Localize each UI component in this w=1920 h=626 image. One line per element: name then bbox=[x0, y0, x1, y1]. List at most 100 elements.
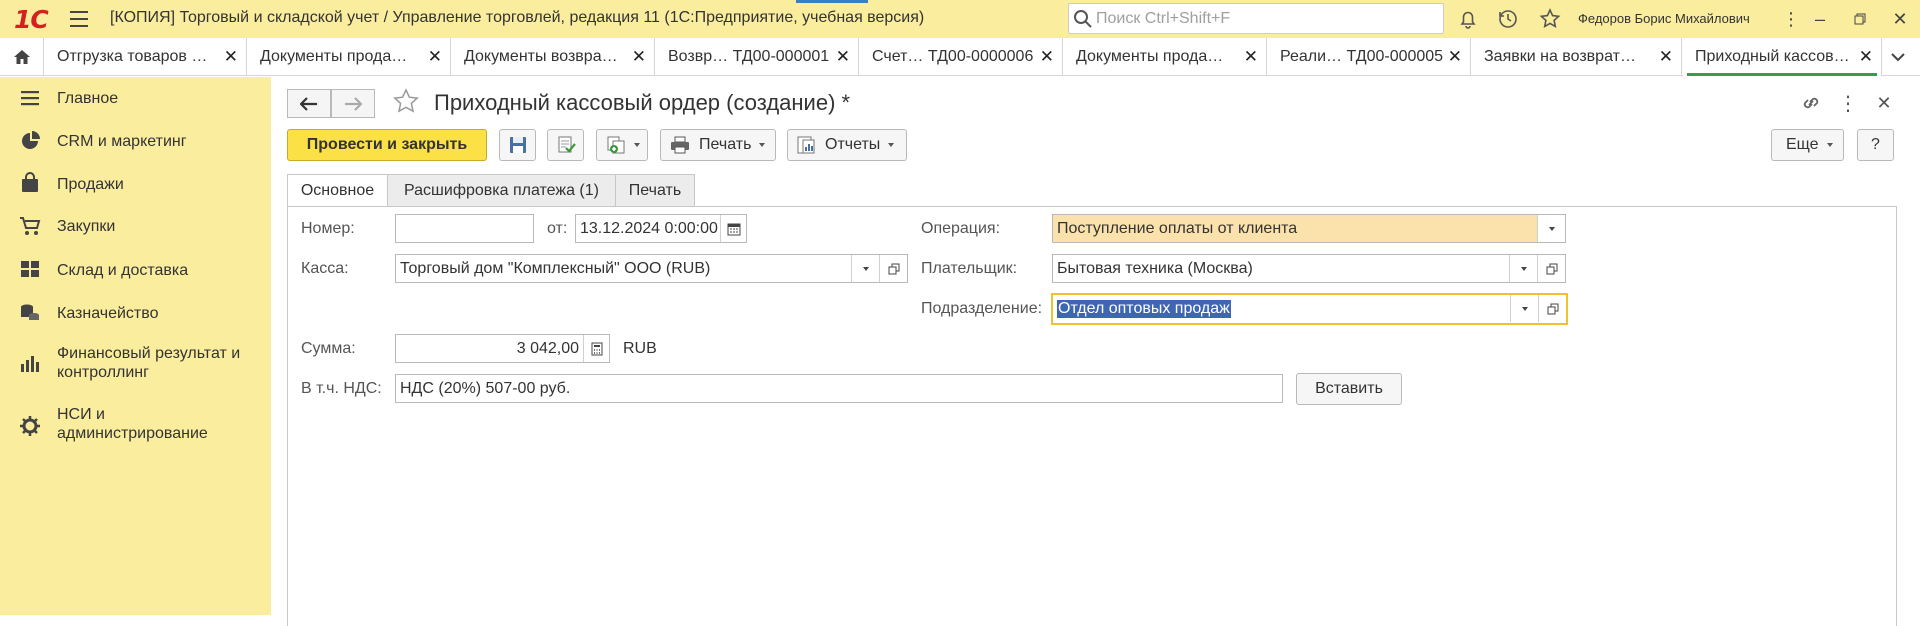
currency-label: RUB bbox=[623, 340, 657, 357]
history-icon[interactable] bbox=[1496, 7, 1520, 31]
help-button[interactable]: ? bbox=[1857, 129, 1894, 161]
arrow-left-icon bbox=[300, 96, 317, 111]
sidebar-item-purchases[interactable]: Закупки bbox=[0, 204, 271, 247]
date-label: от: bbox=[547, 220, 568, 237]
insert-button[interactable]: Вставить bbox=[1296, 373, 1402, 405]
close-tab-icon[interactable]: ✕ bbox=[1659, 47, 1673, 67]
operation-label: Операция: bbox=[921, 220, 1001, 237]
reports-button[interactable]: Отчеты bbox=[787, 129, 907, 161]
title-bar: 1С [КОПИЯ] Торговый и складской учет / У… bbox=[0, 0, 1920, 38]
close-tab-icon[interactable]: ✕ bbox=[1448, 47, 1462, 67]
tab-doc-9-active[interactable]: Приходный кассов… ✕ bbox=[1683, 38, 1882, 76]
open-icon[interactable] bbox=[879, 255, 907, 282]
create-based-on-button[interactable] bbox=[596, 129, 648, 161]
more-actions-icon[interactable]: ⋮ bbox=[1835, 90, 1861, 116]
sections-panel: Главное CRM и маркетинг Продажи Закупки … bbox=[0, 77, 271, 615]
close-tab-icon[interactable]: ✕ bbox=[1244, 47, 1258, 67]
open-icon[interactable] bbox=[1537, 255, 1565, 282]
tab-doc-8[interactable]: Заявки на возврат… ✕ bbox=[1472, 38, 1682, 76]
tab-doc-7[interactable]: Реали… ТД00-000005 ✕ bbox=[1268, 38, 1471, 76]
warehouse-icon bbox=[21, 261, 39, 277]
open-windows-bar: Отгрузка товаров … ✕ Документы прода… ✕ До… bbox=[0, 38, 1920, 76]
tab-doc-4[interactable]: Возвр… ТД00-000001 ✕ bbox=[656, 38, 859, 76]
close-window-icon[interactable]: ✕ bbox=[1885, 4, 1915, 34]
main-menu-icon[interactable] bbox=[70, 11, 88, 27]
sidebar-item-sales[interactable]: Продажи bbox=[0, 161, 271, 204]
close-form-icon[interactable]: ✕ bbox=[1871, 90, 1897, 116]
search-input[interactable]: Поиск Ctrl+Shift+F bbox=[1068, 3, 1444, 34]
close-tab-icon[interactable]: ✕ bbox=[836, 47, 850, 67]
close-tab-icon[interactable]: ✕ bbox=[428, 47, 442, 67]
cart-icon bbox=[20, 217, 41, 235]
date-field[interactable]: 13.12.2024 0:00:00 bbox=[575, 214, 747, 243]
sidebar-item-main[interactable]: Главное bbox=[0, 77, 271, 119]
print-button[interactable]: Печать bbox=[660, 129, 776, 161]
post-button[interactable] bbox=[547, 129, 584, 161]
home-tab[interactable] bbox=[0, 38, 44, 76]
tab-main[interactable]: Основное bbox=[287, 174, 388, 207]
chevron-down-icon[interactable] bbox=[1510, 295, 1538, 322]
minimize-icon[interactable]: – bbox=[1805, 4, 1835, 34]
chevron-down-icon[interactable] bbox=[1509, 255, 1537, 282]
amount-field[interactable]: 3 042,00 bbox=[395, 334, 610, 363]
form-title: Приходный кассовый ордер (создание) * bbox=[434, 90, 851, 115]
number-field[interactable] bbox=[395, 214, 534, 243]
current-user[interactable]: Федоров Борис Михайлович bbox=[1578, 11, 1750, 26]
open-icon[interactable] bbox=[1538, 295, 1566, 322]
calculator-icon[interactable] bbox=[583, 335, 609, 362]
amount-label: Сумма: bbox=[301, 340, 356, 357]
home-icon bbox=[13, 50, 30, 64]
division-field[interactable]: Отдел оптовых продаж bbox=[1051, 293, 1568, 325]
tab-doc-2[interactable]: Документы прода… ✕ bbox=[248, 38, 451, 76]
more-button[interactable]: Еще bbox=[1771, 129, 1844, 161]
payer-field[interactable]: Бытовая техника (Москва) bbox=[1052, 254, 1566, 283]
save-button[interactable] bbox=[499, 129, 536, 161]
bell-icon[interactable] bbox=[1456, 7, 1480, 31]
printer-icon bbox=[671, 136, 689, 154]
create-based-icon bbox=[607, 136, 625, 154]
list-icon bbox=[21, 91, 39, 106]
vat-field[interactable]: НДС (20%) 507-00 руб. bbox=[395, 374, 1283, 403]
tab-doc-3[interactable]: Документы возвра… ✕ bbox=[452, 38, 655, 76]
cash-field[interactable]: Торговый дом "Комплексный" ООО (RUB) bbox=[395, 254, 908, 283]
post-and-close-button[interactable]: Провести и закрыть bbox=[287, 129, 487, 161]
tab-doc-1[interactable]: Отгрузка товаров … ✕ bbox=[45, 38, 247, 76]
tab-doc-6[interactable]: Документы прода… ✕ bbox=[1064, 38, 1267, 76]
sidebar-item-admin[interactable]: НСИ и администрирование bbox=[0, 395, 271, 455]
sidebar-item-finance[interactable]: Финансовый результат и контроллинг bbox=[0, 334, 271, 394]
calendar-icon[interactable] bbox=[720, 215, 746, 242]
pie-chart-icon bbox=[22, 131, 40, 149]
tab-print[interactable]: Печать bbox=[615, 174, 695, 207]
sidebar-item-crm[interactable]: CRM и маркетинг bbox=[0, 119, 271, 161]
favorites-star-icon[interactable] bbox=[1538, 7, 1562, 31]
sidebar-item-treasury[interactable]: Казначейство bbox=[0, 290, 271, 333]
favorite-star-icon[interactable] bbox=[391, 87, 421, 117]
accent-line bbox=[796, 0, 868, 3]
payer-label: Плательщик: bbox=[921, 260, 1018, 277]
more-vertical-icon[interactable]: ⋮ bbox=[1776, 4, 1806, 34]
tab-doc-5[interactable]: Счет… ТД00-0000006 ✕ bbox=[860, 38, 1063, 76]
tab-payment-details[interactable]: Расшифровка платежа (1) bbox=[387, 174, 616, 207]
form-area: Приходный кассовый ордер (создание) * ⋮ … bbox=[271, 77, 1920, 626]
operation-select[interactable]: Поступление оплаты от клиента bbox=[1052, 214, 1566, 243]
search-icon bbox=[1074, 10, 1092, 28]
coins-icon bbox=[21, 304, 39, 320]
app-logo: 1С bbox=[14, 5, 49, 34]
close-tab-icon[interactable]: ✕ bbox=[1859, 47, 1873, 67]
floppy-disk-icon bbox=[509, 137, 526, 153]
close-tab-icon[interactable]: ✕ bbox=[224, 47, 238, 67]
restore-icon[interactable] bbox=[1845, 4, 1875, 34]
forward-button[interactable] bbox=[331, 89, 375, 118]
reports-icon bbox=[797, 136, 815, 154]
sidebar-item-warehouse[interactable]: Склад и доставка bbox=[0, 247, 271, 290]
back-button[interactable] bbox=[287, 89, 331, 118]
link-icon[interactable] bbox=[1798, 90, 1824, 116]
chevron-down-icon[interactable] bbox=[851, 255, 879, 282]
chevron-down-icon[interactable] bbox=[1537, 215, 1565, 242]
search-placeholder: Поиск Ctrl+Shift+F bbox=[1096, 10, 1231, 27]
close-tab-icon[interactable]: ✕ bbox=[1040, 47, 1054, 67]
chevron-down-icon[interactable] bbox=[1886, 47, 1910, 67]
number-label: Номер: bbox=[301, 220, 355, 237]
gear-icon bbox=[20, 416, 40, 436]
close-tab-icon[interactable]: ✕ bbox=[632, 47, 646, 67]
